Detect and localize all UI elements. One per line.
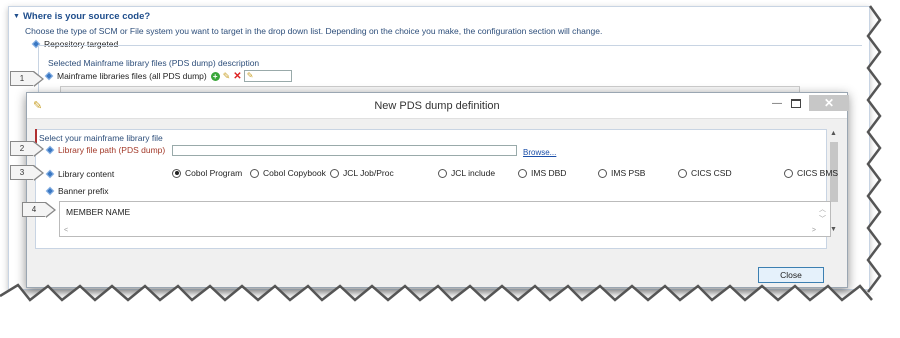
diamond-bullet-icon — [44, 71, 54, 81]
delete-icon[interactable]: ✕ — [233, 71, 241, 82]
radio-dot[interactable] — [172, 168, 181, 178]
radio-cobol-program[interactable]: Cobol Program — [172, 168, 250, 178]
callout-number: 2 — [10, 141, 34, 156]
banner-prefix-label: Banner prefix — [58, 186, 109, 196]
minimize-button[interactable]: — — [772, 98, 782, 109]
banner-prefix-row: Banner prefix — [45, 186, 109, 196]
scroll-right-icon[interactable]: > — [812, 227, 816, 234]
radio-cobol-copybook[interactable]: Cobol Copybook — [250, 168, 330, 178]
scroll-down-icon[interactable]: ▼ — [830, 226, 837, 233]
radio-jcl-job-proc[interactable]: JCL Job/Proc — [330, 168, 438, 178]
radio-ims-psb[interactable]: IMS PSB — [598, 168, 678, 178]
section-title: Where is your source code? — [22, 11, 151, 22]
callout-number: 4 — [22, 202, 46, 217]
scroll-left-icon[interactable]: < — [64, 227, 68, 234]
callout-arrow-icon — [45, 201, 56, 218]
radio-dot[interactable] — [438, 168, 447, 178]
file-path-row: Library file path (PDS dump) — [45, 145, 166, 155]
diamond-bullet-icon — [45, 169, 55, 179]
edit-pencil-icon[interactable]: ✎ — [223, 71, 231, 82]
callout-arrow-icon — [33, 140, 44, 157]
mainframe-libraries-row: Mainframe libraries files (all PDS dump)… — [44, 70, 292, 82]
callout-1: 1 — [10, 70, 44, 87]
file-path-input[interactable] — [172, 145, 517, 156]
maximize-button[interactable] — [791, 99, 801, 108]
radio-jcl-include[interactable]: JCL include — [438, 168, 518, 178]
callout-arrow-icon — [33, 70, 44, 87]
file-path-label: Library file path (PDS dump) — [58, 145, 166, 155]
close-window-button[interactable]: ✕ — [809, 95, 849, 111]
library-content-row: Library content — [45, 169, 115, 179]
library-content-radios: Cobol Program Cobol Copybook JCL Job/Pro… — [172, 168, 854, 178]
collapse-triangle-icon[interactable]: ▼ — [13, 13, 20, 20]
section-description: Choose the type of SCM or File system yo… — [25, 26, 603, 36]
scroll-up-icon[interactable]: ︿ — [819, 204, 826, 214]
callout-3: 3 — [10, 164, 44, 181]
radio-dot[interactable] — [518, 168, 527, 178]
radio-label: IMS DBD — [531, 168, 567, 178]
diamond-bullet-icon — [45, 186, 55, 196]
banner-prefix-value: MEMBER NAME — [66, 207, 131, 217]
dialog-titlebar[interactable]: ✎ New PDS dump definition — ✕ — [27, 93, 849, 119]
new-pds-dialog: ✎ New PDS dump definition — ✕ ▲ ▼ Select… — [26, 92, 849, 288]
mainframe-libraries-field[interactable]: ✎ — [243, 70, 292, 82]
scroll-up-icon[interactable]: ▲ — [830, 130, 837, 137]
callout-number: 3 — [10, 165, 34, 180]
dialog-title: New PDS dump definition — [374, 100, 500, 112]
radio-dot[interactable] — [250, 168, 259, 178]
diamond-bullet-icon — [45, 145, 55, 155]
radio-dot[interactable] — [330, 168, 339, 178]
section-header[interactable]: ▼ Where is your source code? — [13, 11, 150, 22]
add-icon[interactable]: + — [210, 71, 220, 81]
radio-label: Cobol Copybook — [263, 168, 326, 178]
radio-dot[interactable] — [678, 168, 687, 178]
callout-number: 1 — [10, 71, 34, 86]
radio-label: CICS CSD — [691, 168, 732, 178]
callout-4: 4 — [22, 201, 56, 218]
group-title: Selected Mainframe library files (PDS du… — [48, 58, 260, 68]
radio-label: IMS PSB — [611, 168, 646, 178]
banner-prefix-textarea[interactable]: MEMBER NAME ︿ ﹀ < > — [59, 201, 831, 237]
scroll-down-icon[interactable]: ﹀ — [819, 214, 826, 224]
close-button[interactable]: Close — [758, 267, 824, 283]
select-library-label: Select your mainframe library file — [39, 133, 163, 143]
callout-arrow-icon — [33, 164, 44, 181]
radio-ims-dbd[interactable]: IMS DBD — [518, 168, 598, 178]
radio-cics-csd[interactable]: CICS CSD — [678, 168, 784, 178]
radio-cics-bms[interactable]: CICS BMS — [784, 168, 854, 178]
radio-dot[interactable] — [784, 168, 793, 178]
library-content-label: Library content — [58, 169, 115, 179]
callout-2: 2 — [10, 140, 44, 157]
radio-label: JCL include — [451, 168, 496, 178]
radio-label: JCL Job/Proc — [343, 168, 394, 178]
radio-dot[interactable] — [598, 168, 607, 178]
radio-label: CICS BMS — [797, 168, 839, 178]
radio-label: Cobol Program — [185, 168, 243, 178]
mainframe-libraries-label: Mainframe libraries files (all PDS dump) — [57, 71, 207, 81]
browse-link[interactable]: Browse... — [523, 148, 556, 157]
